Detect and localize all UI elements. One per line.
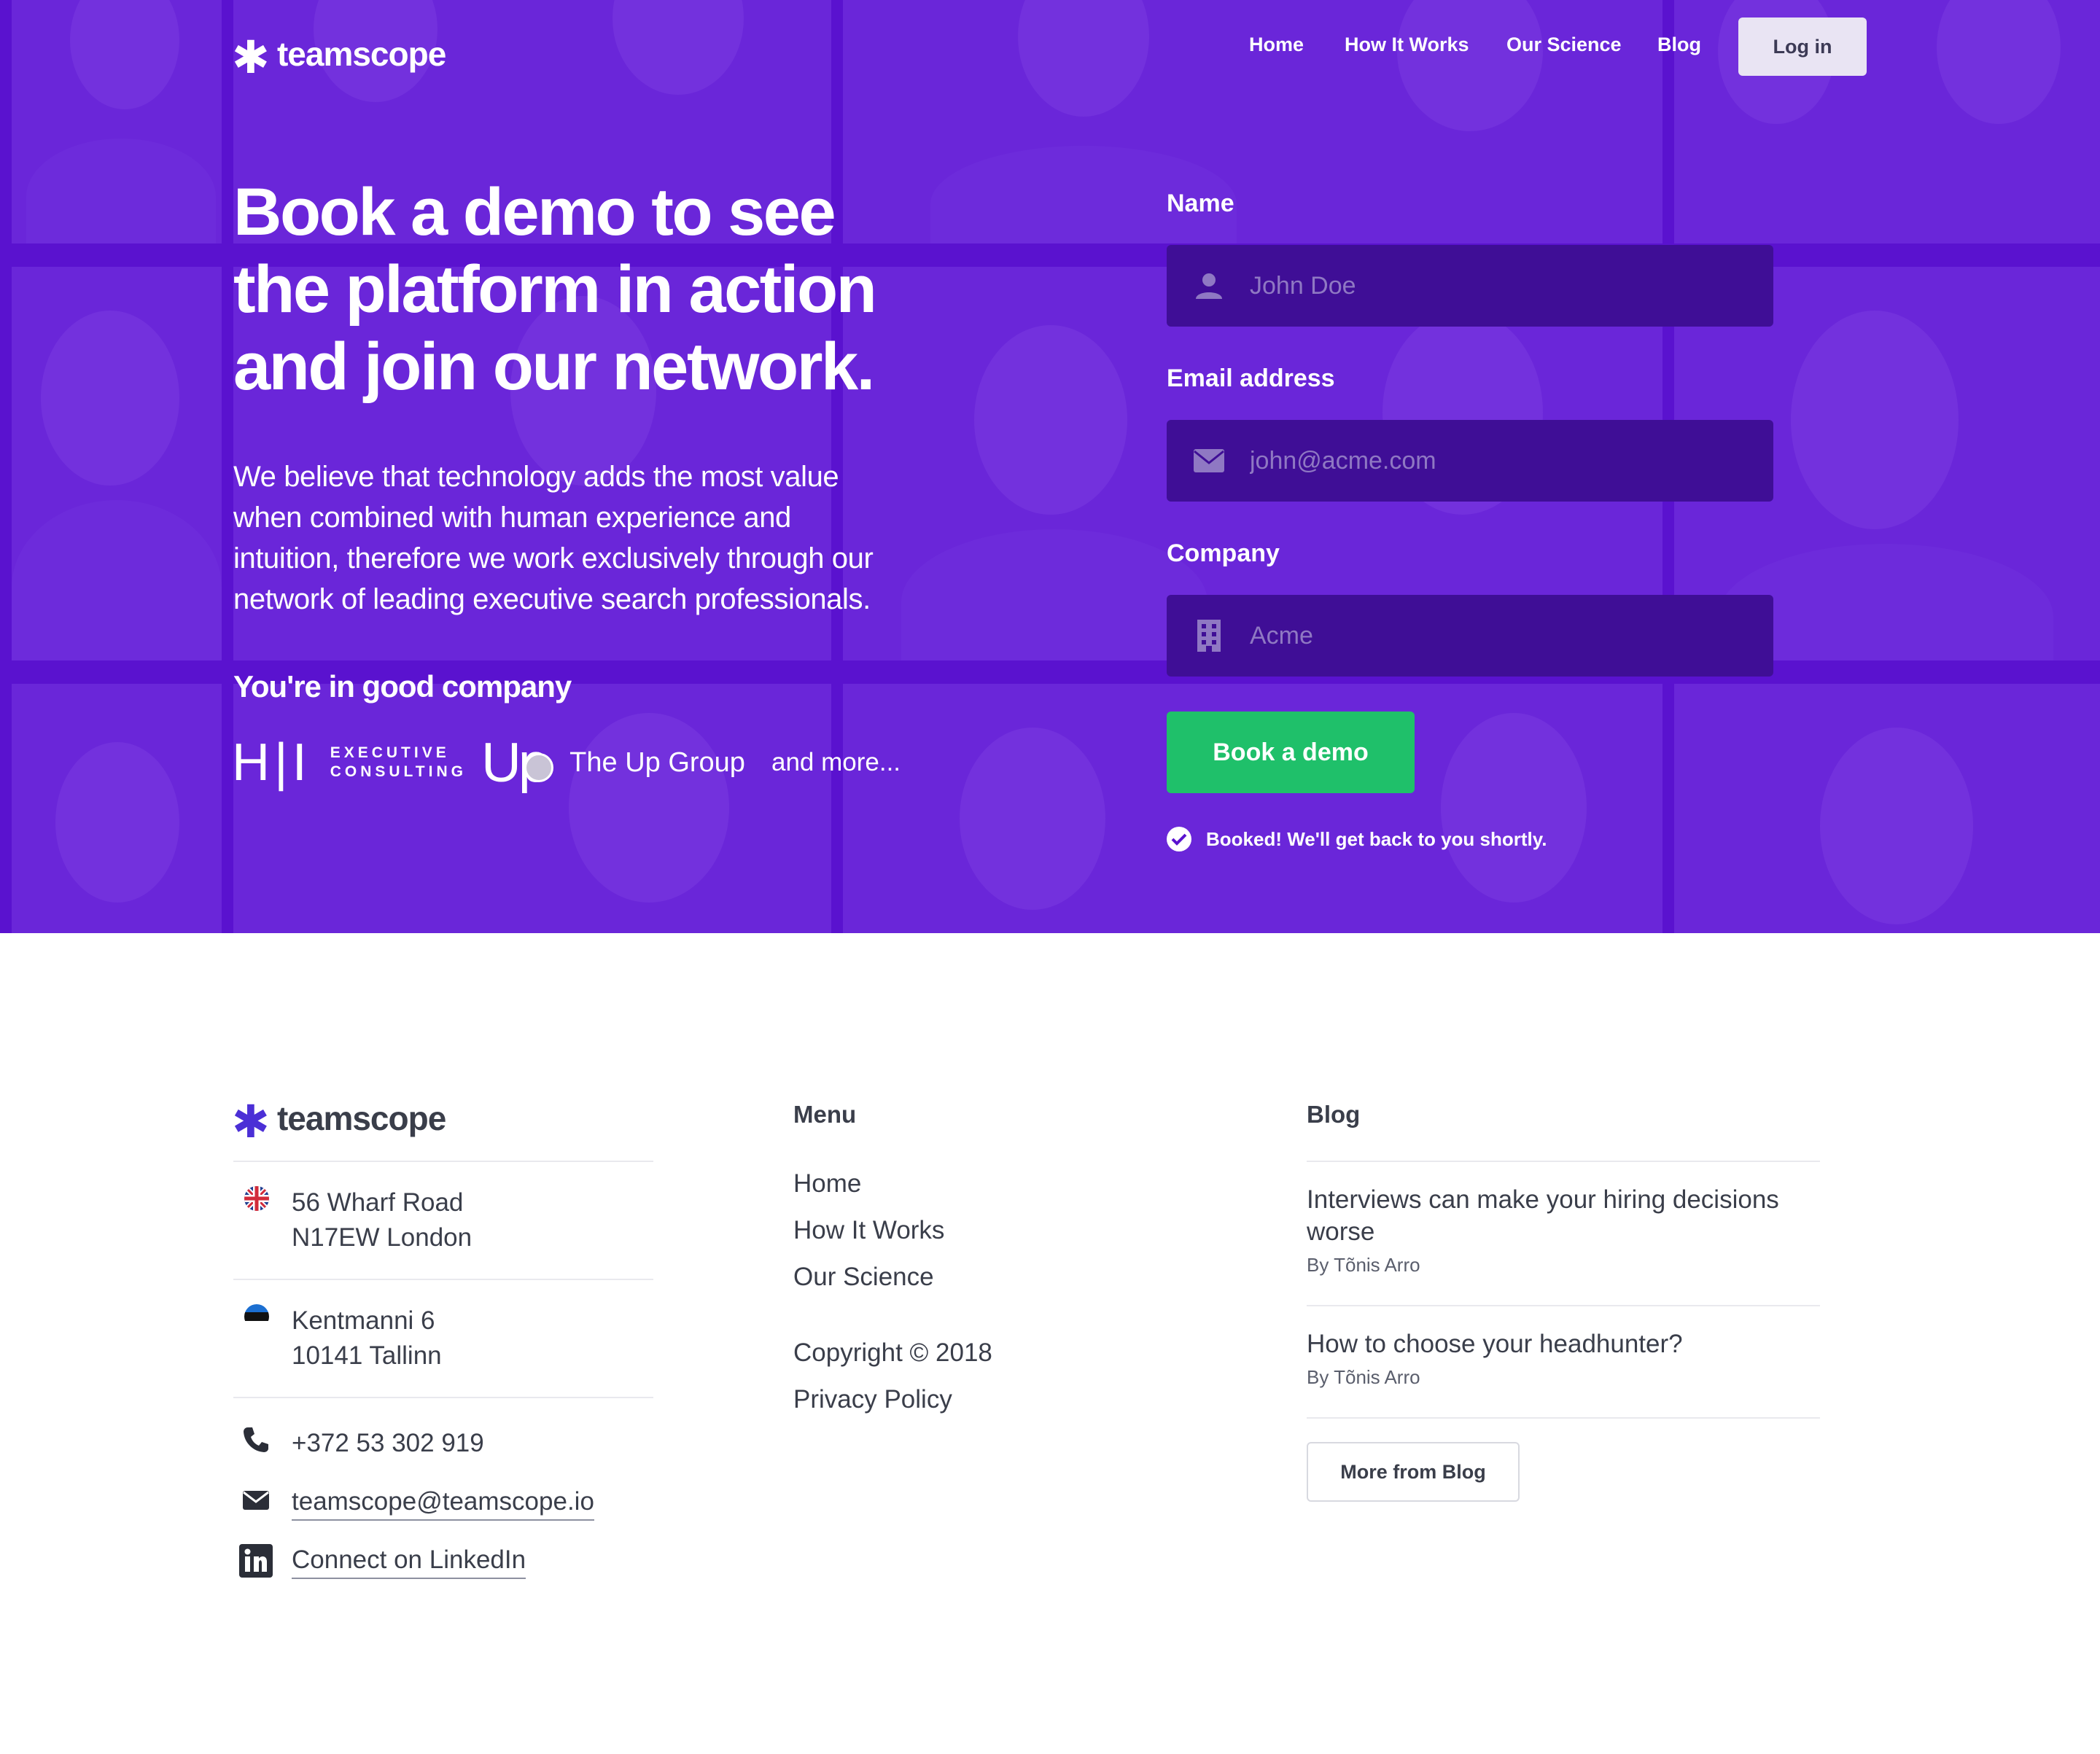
more-from-blog-button[interactable]: More from Blog xyxy=(1307,1442,1520,1502)
asterisk-logo-icon: ✱ xyxy=(232,31,270,84)
phone-icon xyxy=(242,1426,270,1457)
footer-menu-how-it-works[interactable]: How It Works xyxy=(793,1216,944,1245)
address-ee: Kentmanni 6 10141 Tallinn xyxy=(292,1303,442,1373)
partner-logo-up-group: Up The Up Group xyxy=(481,732,745,794)
blog-post-author: By Tõnis Arro xyxy=(1307,1254,1420,1276)
company-heading: You're in good company xyxy=(233,669,572,703)
nav-blog[interactable]: Blog xyxy=(1657,34,1701,56)
divider xyxy=(233,1279,653,1280)
divider xyxy=(1307,1417,1820,1419)
email-field[interactable] xyxy=(1167,420,1773,502)
estonia-flag-icon xyxy=(244,1303,270,1333)
company-label: Company xyxy=(1167,539,1280,567)
brand-name: teamscope xyxy=(276,35,446,73)
linkedin-icon xyxy=(239,1544,273,1581)
booking-confirmation: Booked! We'll get back to you shortly. xyxy=(1167,827,1547,851)
hero-intro: We believe that technology adds the most… xyxy=(233,456,933,620)
company-field[interactable] xyxy=(1167,595,1773,677)
intro-line: intuition, therefore we work exclusively… xyxy=(233,542,874,574)
nav-home[interactable]: Home xyxy=(1249,34,1304,56)
blog-title-line: worse xyxy=(1307,1217,1375,1246)
partners-more: and more... xyxy=(771,748,901,776)
footer-brand-logo[interactable]: ✱ teamscope xyxy=(232,1092,446,1145)
footer-brand-name: teamscope xyxy=(276,1099,446,1137)
building-icon xyxy=(1193,620,1225,652)
divider xyxy=(233,1397,653,1398)
hi-line1: EXECUTIVE xyxy=(330,744,450,761)
privacy-policy-link[interactable]: Privacy Policy xyxy=(793,1385,952,1414)
login-button[interactable]: Log in xyxy=(1738,17,1867,76)
intro-line: when combined with human experience and xyxy=(233,502,791,534)
divider xyxy=(233,1161,653,1162)
copyright: Copyright © 2018 xyxy=(793,1338,992,1367)
divider xyxy=(1307,1161,1820,1162)
email-input[interactable] xyxy=(1248,445,1747,476)
headline-line: and join our network. xyxy=(233,330,875,404)
blog-heading: Blog xyxy=(1307,1101,1361,1128)
address-line: 10141 Tallinn xyxy=(292,1341,442,1370)
up-seal-icon xyxy=(524,753,554,782)
check-circle-icon xyxy=(1167,827,1191,851)
hi-mark: H|I xyxy=(232,733,311,792)
footer-menu-home[interactable]: Home xyxy=(793,1169,861,1198)
address-line: N17EW London xyxy=(292,1223,472,1252)
hero-headline: Book a demo to see the platform in actio… xyxy=(233,174,933,405)
phone-number[interactable]: +372 53 302 919 xyxy=(292,1429,484,1458)
confirmation-text: Booked! We'll get back to you shortly. xyxy=(1206,827,1547,850)
headline-line: Book a demo to see xyxy=(233,175,836,249)
divider xyxy=(1307,1305,1820,1306)
linkedin-link[interactable]: Connect on LinkedIn xyxy=(292,1546,526,1579)
headline-line: the platform in action xyxy=(233,252,877,327)
menu-heading: Menu xyxy=(793,1101,857,1128)
blog-post-author: By Tõnis Arro xyxy=(1307,1366,1420,1388)
email-link[interactable]: teamscope@teamscope.io xyxy=(292,1487,594,1521)
hero-section: ✱ teamscope Home How It Works Our Scienc… xyxy=(0,0,2100,933)
uk-flag-icon xyxy=(244,1185,270,1215)
nav-our-science[interactable]: Our Science xyxy=(1506,34,1622,56)
company-input[interactable] xyxy=(1248,620,1747,651)
blog-post-title[interactable]: How to choose your headhunter? xyxy=(1307,1328,1683,1360)
book-demo-button[interactable]: Book a demo xyxy=(1167,712,1415,793)
blog-title-line: How to choose your headhunter? xyxy=(1307,1330,1683,1358)
envelope-icon xyxy=(242,1490,270,1514)
partner-logo-hi: H|I EXECUTIVE CONSULTING xyxy=(232,730,467,795)
address-uk: 56 Wharf Road N17EW London xyxy=(292,1185,472,1255)
address-line: Kentmanni 6 xyxy=(292,1306,435,1335)
hi-line2: CONSULTING xyxy=(330,763,467,780)
email-label: Email address xyxy=(1167,365,1335,392)
envelope-icon xyxy=(1193,445,1225,477)
nav-how-it-works[interactable]: How It Works xyxy=(1345,34,1469,56)
user-icon xyxy=(1193,270,1225,302)
asterisk-logo-icon: ✱ xyxy=(232,1095,270,1148)
footer-menu-our-science[interactable]: Our Science xyxy=(793,1263,934,1292)
name-label: Name xyxy=(1167,190,1234,217)
address-line: 56 Wharf Road xyxy=(292,1188,464,1217)
name-field[interactable] xyxy=(1167,245,1773,327)
name-input[interactable] xyxy=(1248,270,1747,301)
blog-post-title[interactable]: Interviews can make your hiring decision… xyxy=(1307,1184,1779,1248)
blog-title-line: Interviews can make your hiring decision… xyxy=(1307,1185,1779,1214)
brand-logo[interactable]: ✱ teamscope xyxy=(232,28,446,80)
intro-line: We believe that technology adds the most… xyxy=(233,461,839,493)
up-group-name: The Up Group xyxy=(569,747,745,778)
intro-line: network of leading executive search prof… xyxy=(233,583,871,615)
